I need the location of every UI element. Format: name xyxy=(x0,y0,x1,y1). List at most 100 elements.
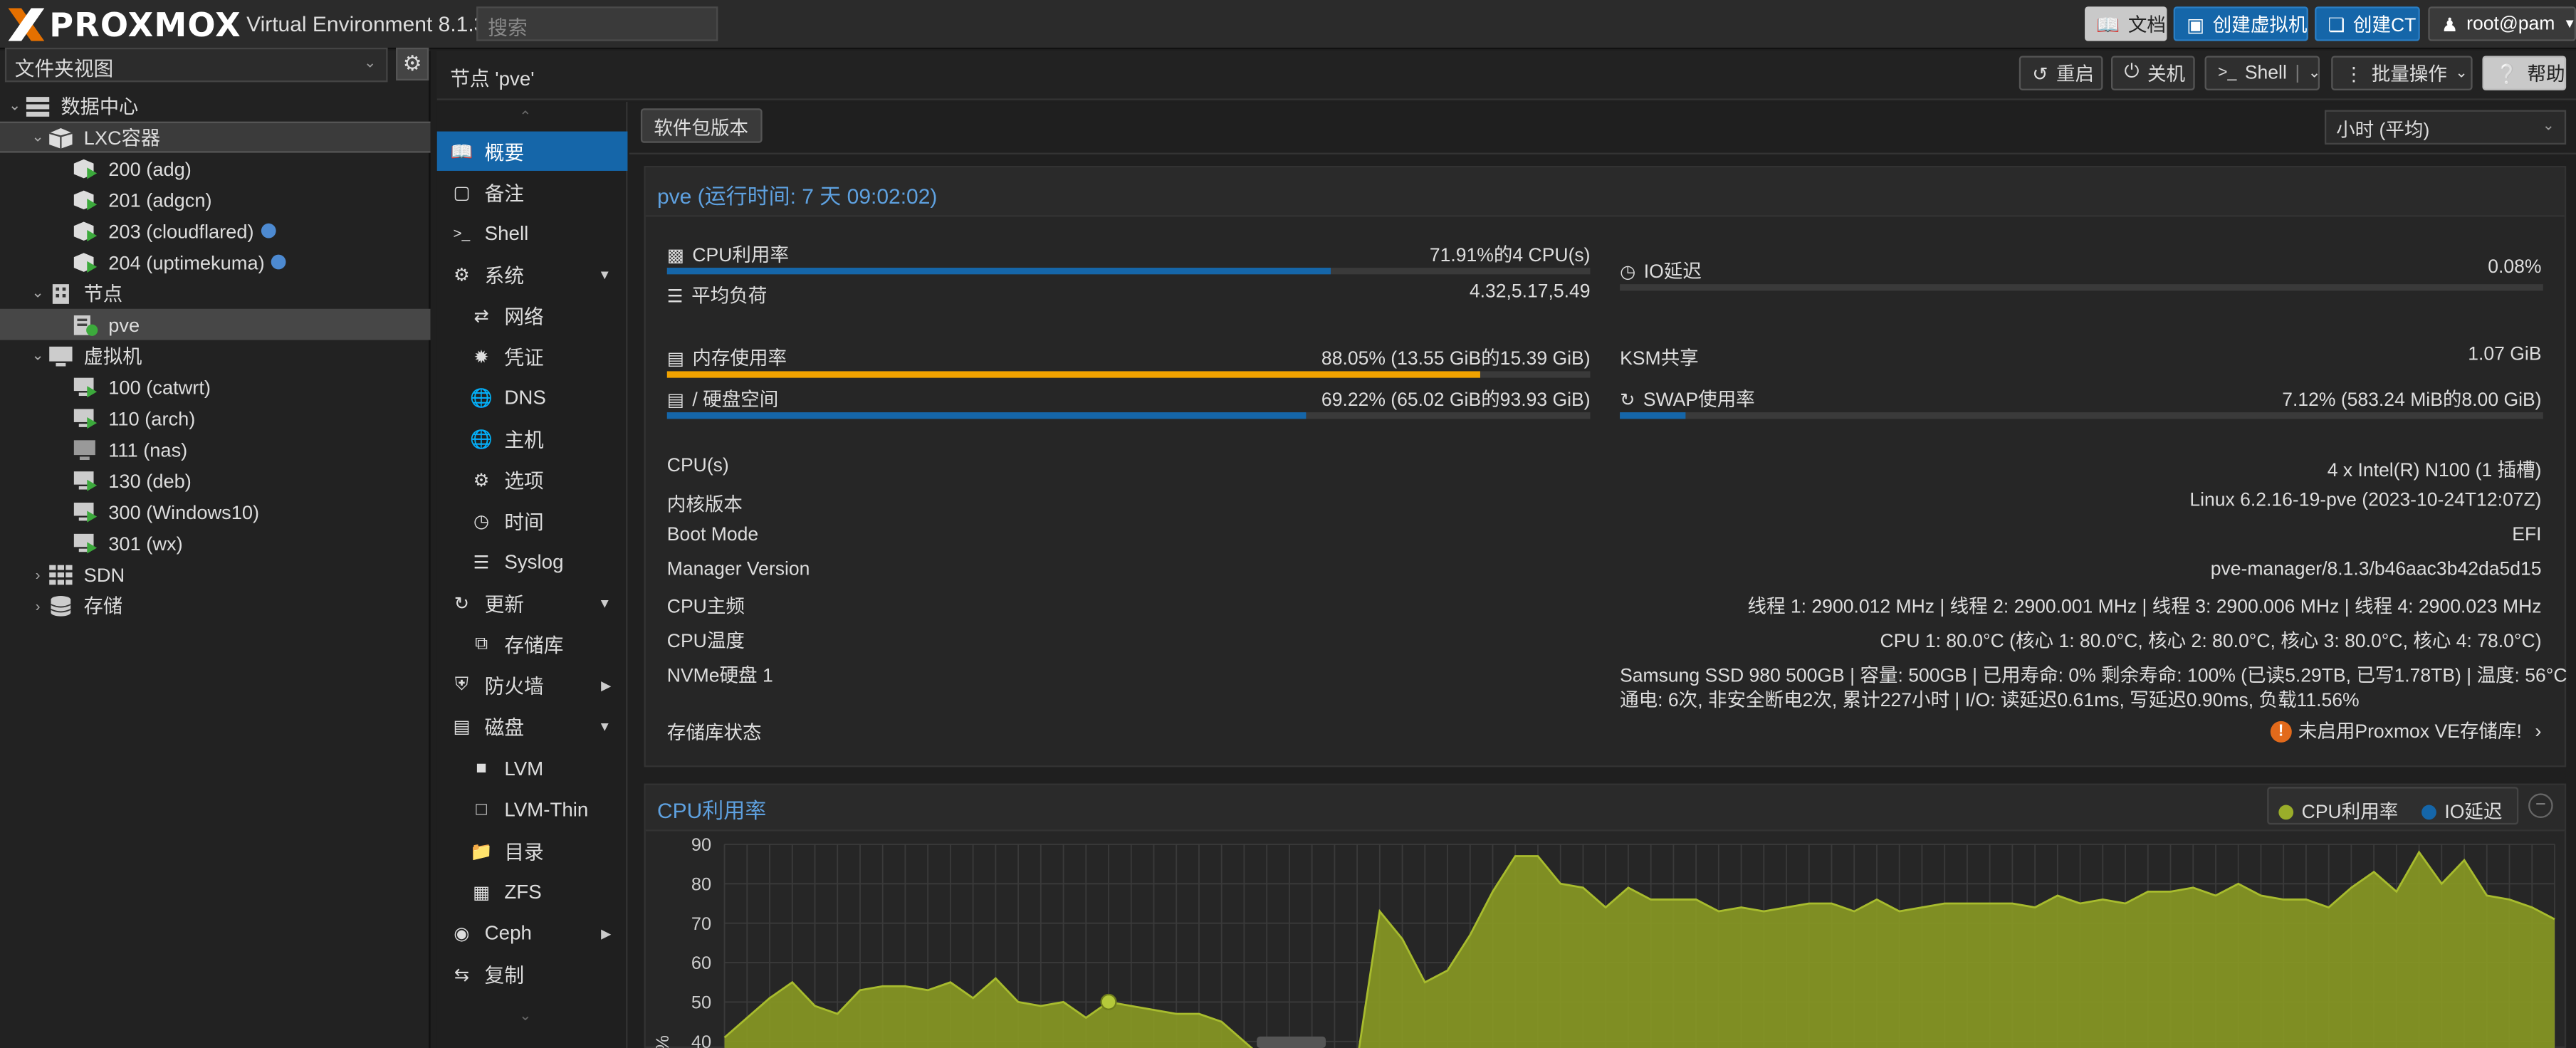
shutdown-button[interactable]: ⏻ 关机 xyxy=(2110,56,2195,90)
create-ct-button[interactable]: ❏ 创建CT xyxy=(2315,6,2420,41)
menu-repositories[interactable]: ⧉ 存储库 xyxy=(437,624,628,664)
hdd-icon: ▤ xyxy=(666,389,684,410)
menu-lvm[interactable]: ■ LVM xyxy=(437,749,628,788)
scroll-up-icon[interactable]: ⌃ xyxy=(519,108,531,126)
tree-item-ct-201[interactable]: 201 (adgcn) xyxy=(0,184,431,215)
container-running-icon xyxy=(73,219,99,242)
tree-item-datacenter[interactable]: ⌄ 数据中心 xyxy=(0,90,431,122)
chevron-down-icon: ⌄ xyxy=(363,54,377,71)
container-running-icon xyxy=(73,251,99,273)
ceph-icon: ◉ xyxy=(454,923,470,944)
book-icon: 📖 xyxy=(2096,15,2120,36)
horizontal-scroll-handle[interactable] xyxy=(1257,1036,1326,1048)
scroll-down-icon[interactable]: ⌄ xyxy=(519,1007,531,1025)
timeframe-select[interactable]: 小时 (平均) ⌄ xyxy=(2324,110,2567,145)
legend-io[interactable]: IO延迟 xyxy=(2421,795,2502,828)
tree-item-nodes-folder[interactable]: ⌄ 节点 xyxy=(0,278,431,309)
menu-disks[interactable]: ▤ 磁盘 ▼ xyxy=(437,706,628,745)
menu-certificates[interactable]: ✹ 凭证 xyxy=(437,337,628,376)
menu-dns[interactable]: 🌐 DNS xyxy=(437,378,628,417)
menu-lvm-thin[interactable]: □ LVM-Thin xyxy=(437,790,628,829)
tree-item-vm-300[interactable]: 300 (Windows10) xyxy=(0,496,431,528)
repo-status-link[interactable]: ! 未启用Proxmox VE存储库! › xyxy=(2270,718,2542,744)
logo-wordmark: PROXMOX xyxy=(49,4,241,45)
collapse-icon[interactable]: − xyxy=(2528,793,2553,818)
chevron-down-icon[interactable]: ⌄ xyxy=(28,284,48,302)
tree-item-vm-130[interactable]: 130 (deb) xyxy=(0,465,431,496)
menu-syslog[interactable]: ☰ Syslog xyxy=(437,542,628,581)
chevron-down-icon[interactable]: ⌄ xyxy=(2308,64,2320,82)
tree-item-vm-folder[interactable]: ⌄ 虚拟机 xyxy=(0,340,431,372)
menu-summary[interactable]: 📖 概要 xyxy=(436,131,628,171)
certificate-icon: ✹ xyxy=(473,347,489,367)
y-tick-label: 60 xyxy=(691,953,711,973)
tree-item-node-pve[interactable]: pve xyxy=(0,308,431,340)
terminal-icon: >_ xyxy=(2217,63,2237,83)
tree-item-vm-111[interactable]: 111 (nas) xyxy=(0,434,431,465)
reboot-button[interactable]: ↺ 重启 xyxy=(2019,56,2103,90)
menu-time[interactable]: ◷ 时间 xyxy=(437,501,628,540)
shield-icon: ⛨ xyxy=(454,674,468,694)
page-title: 节点 'pve' xyxy=(450,67,535,90)
menu-replication[interactable]: ⇆ 复制 xyxy=(437,954,628,993)
chevron-down-icon[interactable]: ▼ xyxy=(598,595,611,610)
menu-ceph[interactable]: ◉ Ceph ▶ xyxy=(437,913,628,953)
chevron-right-icon[interactable]: › xyxy=(28,597,48,614)
globe-icon: 🌐 xyxy=(470,429,493,450)
th-large-icon: ▦ xyxy=(473,883,491,903)
menu-network[interactable]: ⇄ 网络 xyxy=(437,295,628,335)
docs-button[interactable]: 📖 文档 xyxy=(2085,6,2167,41)
menu-firewall[interactable]: ⛨ 防火墙 ▶ xyxy=(437,665,628,704)
menu-notes[interactable]: ▢ 备注 xyxy=(437,172,628,211)
shell-button[interactable]: >_ Shell | ⌄ xyxy=(2204,56,2320,90)
menu-updates[interactable]: ↻ 更新 ▼ xyxy=(437,583,628,622)
tree-item-ct-203[interactable]: 203 (cloudflared) xyxy=(0,215,431,246)
menu-hosts[interactable]: 🌐 主机 xyxy=(437,419,628,458)
chevron-down-icon[interactable]: ⌄ xyxy=(5,97,25,115)
info-nvme-value-line2: 通电: 6次, 非安全断电2次, 累计227小时 | I/O: 读延迟0.61m… xyxy=(1620,691,2360,712)
retweet-icon: ⇆ xyxy=(454,965,470,985)
package-versions-button[interactable]: 软件包版本 xyxy=(640,108,762,143)
tree-item-vm-100[interactable]: 100 (catwrt) xyxy=(0,371,431,402)
tree-item-vm-110[interactable]: 110 (arch) xyxy=(0,402,431,434)
legend-io-dot-icon xyxy=(2421,804,2436,819)
y-tick-label: 90 xyxy=(691,835,711,855)
legend-cpu[interactable]: CPU利用率 xyxy=(2278,795,2398,828)
info-boot-mode-value: EFI xyxy=(2512,525,2542,545)
help-button[interactable]: ❔ 帮助 xyxy=(2482,56,2567,90)
chart-title: CPU利用率 xyxy=(656,798,767,823)
chevron-down-icon[interactable]: ▼ xyxy=(598,267,611,282)
search-input[interactable]: 搜索 xyxy=(476,6,718,41)
create-vm-button[interactable]: ▣ 创建虚拟机 xyxy=(2173,6,2308,41)
tree-item-ct-200[interactable]: 200 (adg) xyxy=(0,153,431,184)
memory-usage-label: ▤ 内存使用率 xyxy=(667,345,787,372)
tree-item-storage[interactable]: › 存储 xyxy=(0,590,431,621)
tree-item-ct-204[interactable]: 204 (uptimekuma) xyxy=(0,246,431,278)
hdd-icon: ▤ xyxy=(453,717,471,737)
tree-item-lxc-folder[interactable]: ⌄ LXC容器 xyxy=(0,121,431,153)
menu-directory[interactable]: 📁 目录 xyxy=(437,831,628,870)
chevron-right-icon[interactable]: › xyxy=(28,566,48,582)
menu-options[interactable]: ⚙ 选项 xyxy=(437,460,628,499)
user-menu-button[interactable]: ♟ root@pam ▼ xyxy=(2428,6,2576,41)
proxmox-logo-icon xyxy=(8,8,45,41)
info-cpus-value: 4 x Intel(R) N100 (1 插槽) xyxy=(2327,461,2542,482)
tree-item-sdn[interactable]: › SDN xyxy=(0,558,431,590)
chevron-down-icon[interactable]: ▼ xyxy=(598,718,611,733)
grid-icon xyxy=(48,562,74,585)
chevron-down-icon[interactable]: ⌄ xyxy=(28,128,48,146)
bulk-actions-button[interactable]: ⋮ 批量操作 ⌄ xyxy=(2331,56,2473,90)
chevron-right-icon[interactable]: ▶ xyxy=(601,678,611,693)
chevron-down-icon[interactable]: ⌄ xyxy=(28,347,48,365)
view-selector[interactable]: 文件夹视图 ⌄ xyxy=(4,47,388,83)
menu-zfs[interactable]: ▦ ZFS xyxy=(437,872,628,911)
exchange-icon: ⇄ xyxy=(473,306,489,326)
tree-item-vm-301[interactable]: 301 (wx) xyxy=(0,528,431,559)
menu-shell[interactable]: >_ Shell xyxy=(437,214,628,253)
square-icon: ■ xyxy=(476,758,487,779)
gear-icon[interactable]: ⚙ xyxy=(396,47,429,81)
clock-icon: ◷ xyxy=(473,511,490,532)
node-online-icon xyxy=(73,313,99,336)
chevron-right-icon[interactable]: ▶ xyxy=(601,926,611,940)
menu-system[interactable]: ⚙ 系统 ▼ xyxy=(437,255,628,294)
